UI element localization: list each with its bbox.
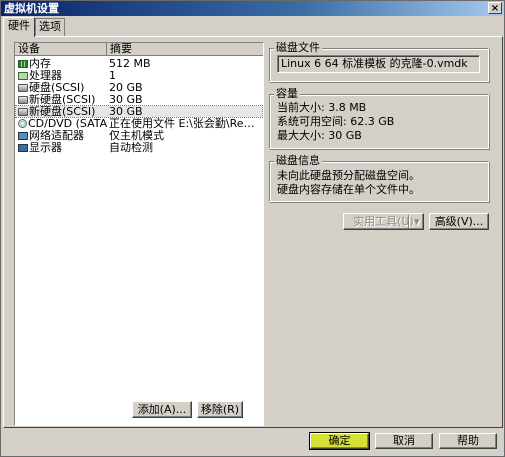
device-row-new-harddisk-2[interactable]: 新硬盘(SCSI) 30 GB	[15, 105, 263, 118]
vm-settings-window: 虚拟机设置 × 硬件 选项 设备 摘要 内存 512 MB 处理器 1 硬盘(S…	[0, 0, 505, 457]
ok-button[interactable]: 确定	[309, 432, 370, 450]
disk-info-preallocate-text: 未向此硬盘预分配磁盘空间。	[277, 169, 420, 182]
device-row-cd-dvd[interactable]: CD/DVD (SATA) 正在使用文件 E:\张会勤\Redhat\6....	[16, 118, 262, 129]
device-name: 显示器	[29, 142, 62, 153]
harddisk-icon	[18, 96, 28, 104]
device-row-memory[interactable]: 内存 512 MB	[16, 58, 262, 69]
device-name: 处理器	[29, 70, 62, 81]
device-list-header: 设备 摘要	[15, 43, 263, 56]
device-summary: 30 GB	[109, 106, 143, 117]
device-name: 新硬盘(SCSI)	[29, 106, 96, 117]
harddisk-icon	[18, 84, 28, 92]
column-header-device[interactable]: 设备	[15, 43, 107, 55]
disk-file-field[interactable]: Linux 6 64 标准模板 的克隆-0.vmdk	[277, 55, 480, 73]
device-summary: 1	[109, 70, 116, 81]
device-summary: 512 MB	[109, 58, 151, 69]
device-name: 新硬盘(SCSI)	[29, 94, 96, 105]
cancel-button[interactable]: 取消	[375, 433, 433, 449]
device-summary: 正在使用文件 E:\张会勤\Redhat\6....	[109, 118, 261, 129]
cd-dvd-icon	[18, 119, 27, 128]
device-summary: 30 GB	[109, 94, 143, 105]
tab-hardware[interactable]: 硬件	[3, 17, 35, 37]
add-device-button[interactable]: 添加(A)...	[132, 401, 192, 418]
utilities-label: 实用工具(U)	[353, 215, 414, 228]
device-row-harddisk[interactable]: 硬盘(SCSI) 20 GB	[16, 82, 262, 93]
close-button[interactable]: ×	[488, 2, 502, 14]
display-icon	[18, 144, 28, 152]
device-row-display[interactable]: 显示器 自动检测	[16, 142, 262, 153]
system-free-space-text: 系统可用空间: 62.3 GB	[277, 115, 395, 128]
processor-icon	[18, 72, 28, 80]
help-button[interactable]: 帮助	[439, 433, 497, 449]
device-name: 网络适配器	[29, 130, 84, 141]
column-header-summary[interactable]: 摘要	[107, 43, 263, 55]
device-summary: 20 GB	[109, 82, 143, 93]
device-list[interactable]: 设备 摘要 内存 512 MB 处理器 1 硬盘(SCSI) 20 GB 新硬盘…	[14, 42, 264, 426]
device-row-new-harddisk-1[interactable]: 新硬盘(SCSI) 30 GB	[16, 94, 262, 105]
device-name: 内存	[29, 58, 51, 69]
device-summary: 仅主机模式	[109, 130, 164, 141]
device-name: CD/DVD (SATA)	[28, 118, 108, 129]
disk-info-title: 磁盘信息	[274, 154, 322, 167]
memory-icon	[18, 60, 28, 68]
harddisk-icon	[18, 108, 28, 116]
max-size-text: 最大大小: 30 GB	[277, 129, 362, 142]
title-bar[interactable]: 虚拟机设置 ×	[1, 1, 504, 16]
remove-device-button[interactable]: 移除(R)	[197, 401, 243, 418]
chevron-down-icon: ▾	[414, 215, 420, 228]
current-size-text: 当前大小: 3.8 MB	[277, 101, 367, 114]
disk-file-title: 磁盘文件	[274, 41, 322, 54]
device-row-processor[interactable]: 处理器 1	[16, 70, 262, 81]
capacity-title: 容量	[274, 87, 300, 100]
dropdown-separator	[408, 215, 410, 228]
utilities-dropdown-button: 实用工具(U) ▾	[343, 213, 424, 230]
disk-info-single-file-text: 硬盘内容存储在单个文件中。	[277, 183, 420, 196]
device-name: 硬盘(SCSI)	[29, 82, 85, 93]
tab-options[interactable]: 选项	[35, 18, 65, 36]
advanced-button[interactable]: 高级(V)...	[429, 213, 489, 230]
network-adapter-icon	[18, 132, 28, 140]
window-title: 虚拟机设置	[4, 2, 59, 15]
device-summary: 自动检测	[109, 142, 153, 153]
device-row-network-adapter[interactable]: 网络适配器 仅主机模式	[16, 130, 262, 141]
